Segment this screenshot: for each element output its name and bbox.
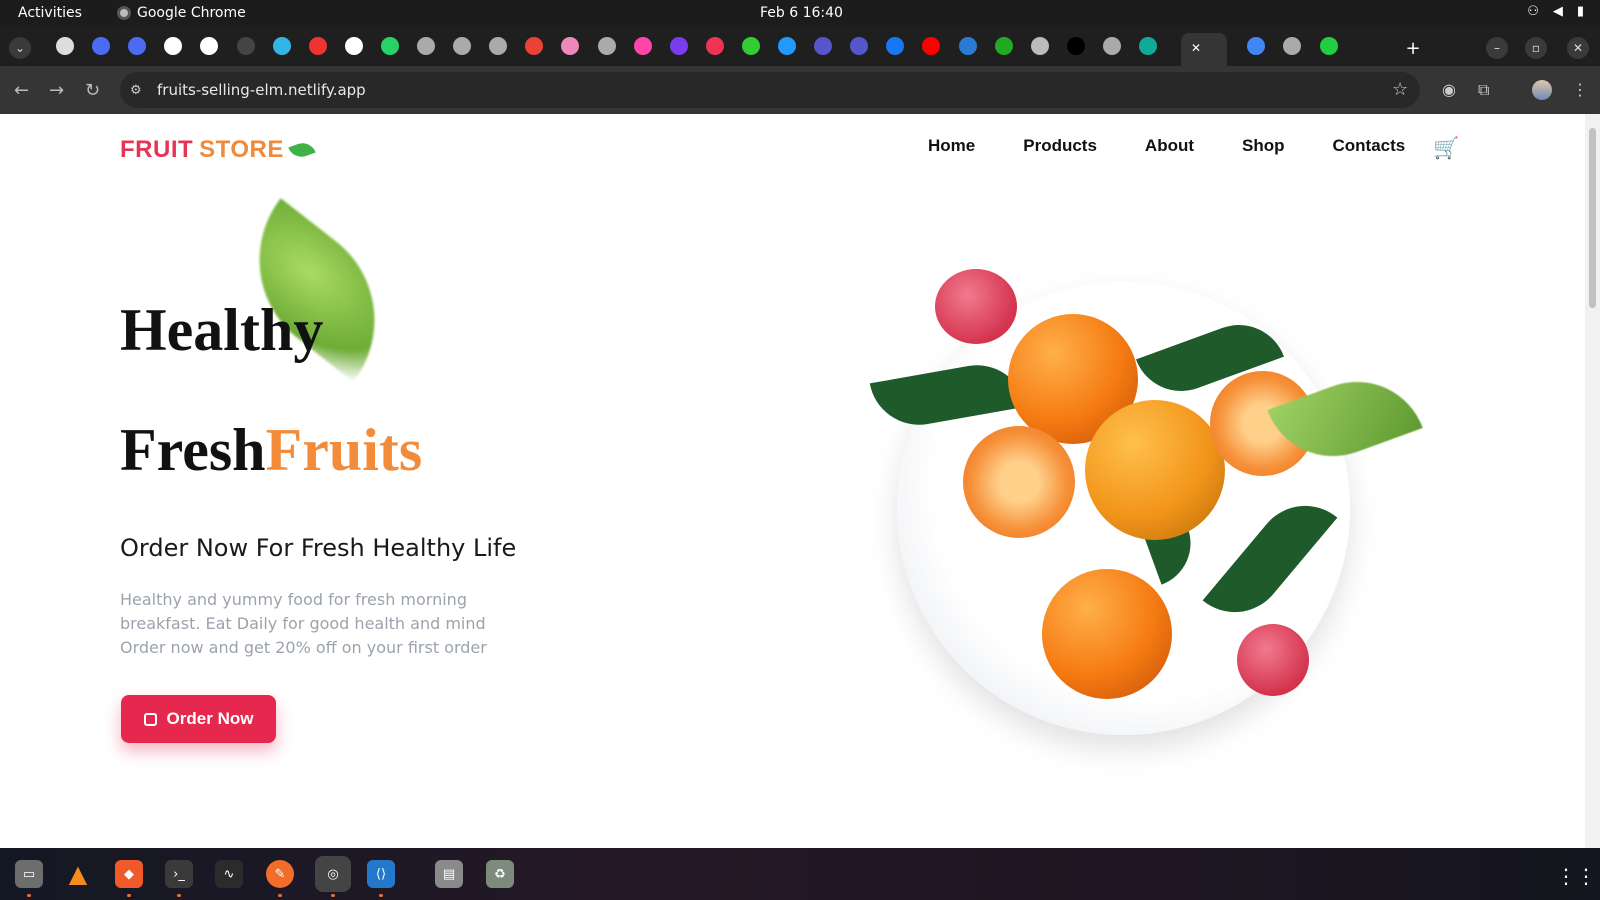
tab-favicon-icon[interactable] [1066, 37, 1085, 55]
reload-button[interactable]: ↻ [85, 80, 100, 101]
close-window-button[interactable]: ✕ [1567, 37, 1589, 59]
orange [1085, 400, 1225, 540]
hero-title-line1: Healthy [120, 297, 324, 363]
cart-icon[interactable]: 🛒 [1433, 136, 1459, 161]
url-text[interactable]: fruits-selling-elm.netlify.app [157, 81, 366, 99]
show-apps-icon[interactable]: ⋮⋮⋮ [1556, 864, 1600, 888]
tab-favicon-icon[interactable] [741, 37, 760, 55]
nav-contacts[interactable]: Contacts [1333, 136, 1406, 156]
tab-favicon-icon[interactable] [1139, 37, 1157, 55]
profile-avatar[interactable] [1532, 80, 1552, 100]
running-indicator [278, 894, 282, 897]
tab-favicon-icon[interactable] [308, 37, 327, 55]
order-now-button[interactable]: Order Now [121, 695, 276, 743]
running-indicator [379, 894, 383, 897]
tab-favicon-icon[interactable] [56, 37, 74, 55]
battery-icon: ▮ [1576, 4, 1584, 19]
tab-favicon-icon[interactable] [417, 37, 435, 55]
tab-favicon-icon[interactable] [1030, 37, 1049, 55]
menu-kebab-icon[interactable]: ⋮ [1572, 80, 1588, 99]
main-nav: Home Products About Shop Contacts [928, 136, 1405, 156]
tab-favicon-icon[interactable] [1319, 37, 1338, 55]
tab-favicon-icon[interactable] [814, 37, 833, 55]
shopping-bag-icon [143, 712, 157, 726]
files-icon[interactable]: ▭ [15, 860, 43, 888]
web-page: FRUIT STORE Home Products About Shop Con… [0, 114, 1585, 848]
forward-button[interactable]: → [49, 80, 64, 101]
logo-store-text: STORE [199, 136, 284, 163]
scrollbar-thumb[interactable] [1589, 128, 1596, 308]
tab-favicon-icon[interactable] [958, 37, 977, 55]
back-button[interactable]: ← [14, 80, 29, 101]
tab-search-button[interactable]: ⌄ [9, 37, 31, 59]
tab-favicon-icon[interactable] [597, 37, 616, 55]
new-tab-button[interactable]: + [1402, 37, 1424, 59]
raspberry [1237, 624, 1309, 696]
tab-favicon-icon[interactable] [344, 37, 363, 55]
vlc-icon[interactable]: ▲ [64, 860, 92, 888]
tab-favicon-icon[interactable] [994, 37, 1013, 55]
volume-icon: ◀ [1552, 4, 1563, 19]
archive-icon[interactable]: ▤ [435, 860, 463, 888]
running-indicator [331, 894, 335, 897]
network-icon: ⚇ [1527, 4, 1539, 19]
extensions-icon[interactable]: ⧉ [1478, 80, 1489, 100]
tab-favicon-icon[interactable] [669, 37, 688, 55]
running-indicator [127, 894, 131, 897]
leaf-icon [288, 139, 316, 161]
os-top-bar: Activities Google Chrome Feb 6 16:40 ⚇ ◀… [0, 0, 1600, 27]
hero-description: Healthy and yummy food for fresh morning… [120, 590, 487, 657]
brave-icon[interactable]: ◆ [115, 860, 143, 888]
running-indicator [27, 894, 31, 897]
hero-subheading: Order Now For Fresh Healthy Life [120, 534, 517, 562]
tab-favicon-icon[interactable] [778, 37, 796, 55]
chrome-icon [117, 6, 131, 20]
vscode-icon[interactable]: ⟨⟩ [367, 860, 395, 888]
nav-products[interactable]: Products [1023, 136, 1097, 156]
logo-fruit-text: FRUIT [120, 136, 194, 163]
hero-fresh-word: Fresh [120, 417, 266, 483]
nav-home[interactable]: Home [928, 136, 975, 156]
camera-icon[interactable]: ◉ [1442, 80, 1456, 99]
orange [1042, 569, 1172, 699]
minimize-button[interactable]: – [1486, 37, 1508, 59]
nav-shop[interactable]: Shop [1242, 136, 1285, 156]
active-app-name: Google Chrome [137, 5, 246, 21]
tab-favicon-icon[interactable] [1102, 37, 1121, 55]
trash-icon[interactable]: ♻ [486, 860, 514, 888]
peeled-orange [963, 426, 1075, 538]
tab-favicon-icon[interactable] [705, 37, 724, 55]
chrome-dock-icon[interactable]: ◎ [315, 856, 351, 892]
running-indicator [177, 894, 181, 897]
clock[interactable]: Feb 6 16:40 [760, 5, 843, 21]
raspberry [935, 269, 1017, 344]
system-monitor-icon[interactable]: ∿ [215, 860, 243, 888]
tab-favicon-icon[interactable] [633, 37, 652, 55]
system-tray[interactable]: ⚇ ◀ ▮ [1527, 4, 1584, 19]
site-logo[interactable]: FRUIT STORE [120, 136, 316, 164]
tab-favicon-icon[interactable] [272, 37, 291, 55]
hero-fruits-word: Fruits [265, 417, 423, 483]
bookmark-star-icon[interactable]: ☆ [1392, 79, 1408, 100]
restore-button[interactable]: ▫ [1525, 37, 1547, 59]
close-tab-icon[interactable]: ✕ [1185, 37, 1207, 59]
tab-favicon-icon[interactable] [380, 37, 399, 55]
tab-favicon-icon[interactable] [92, 37, 111, 55]
postman-icon[interactable]: ✎ [266, 860, 294, 888]
site-info-icon[interactable]: ⚙ [130, 83, 142, 98]
activities-button[interactable]: Activities [18, 5, 82, 21]
active-app-indicator[interactable]: Google Chrome [117, 5, 246, 21]
tab-favicon-icon[interactable] [236, 37, 255, 55]
terminal-icon[interactable]: ›_ [165, 860, 193, 888]
hero-title-line2: FreshFruits [120, 416, 422, 485]
order-now-label: Order Now [166, 709, 254, 728]
tab-favicon-icon[interactable] [453, 37, 472, 55]
nav-about[interactable]: About [1145, 136, 1194, 156]
